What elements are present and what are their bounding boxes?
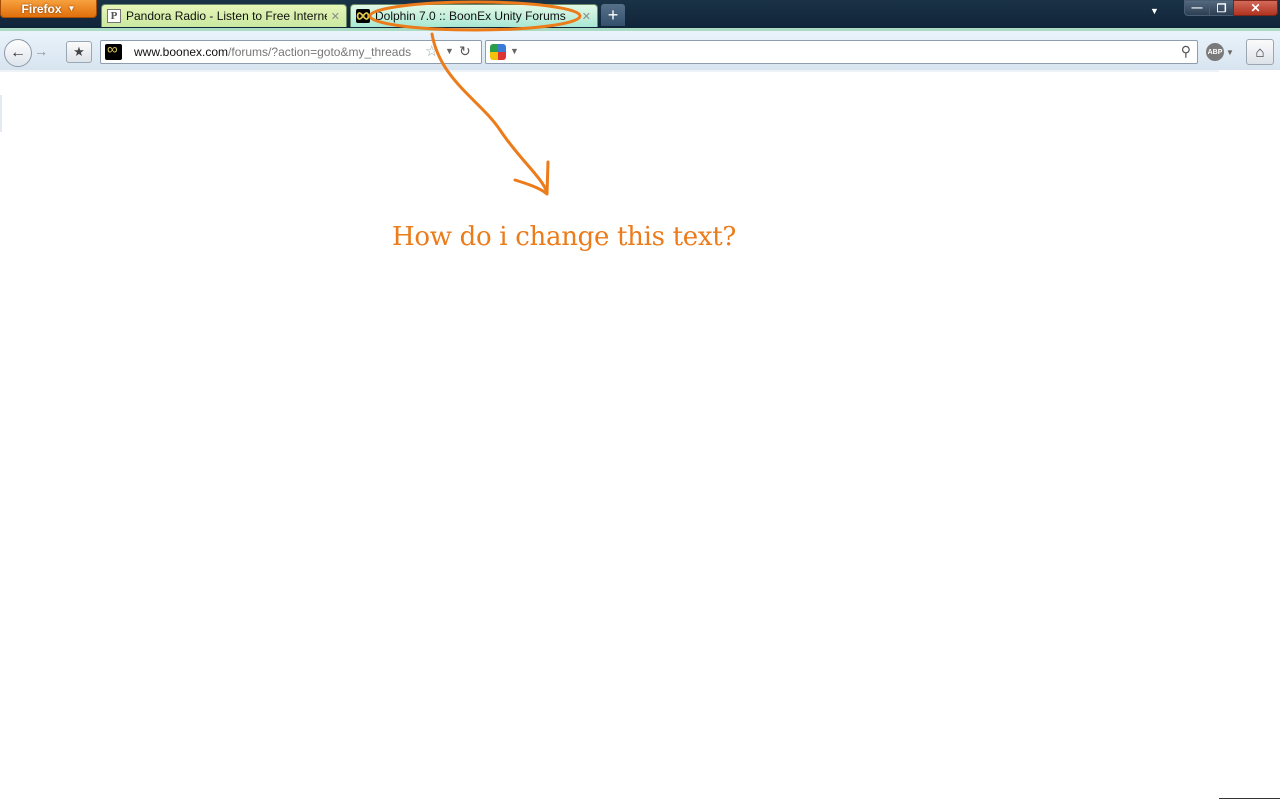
site-identity-icon[interactable] [105,41,122,60]
list-all-tabs-icon[interactable]: ▼ [1150,6,1159,16]
status-line [1219,798,1280,799]
tab-boonex-forums[interactable]: Dolphin 7.0 :: BoonEx Unity Forums ✕ [350,4,598,27]
home-button[interactable]: ⌂ [1246,39,1274,65]
boonex-favicon-icon [356,9,370,23]
page-left-edge [0,95,2,132]
tab-strip: Firefox ▼ P Pandora Radio - Listen to Fr… [0,0,1280,28]
back-button[interactable]: ← [4,39,32,67]
tab-pandora[interactable]: P Pandora Radio - Listen to Free Interne… [101,4,347,27]
tab-title: Dolphin 7.0 :: BoonEx Unity Forums [375,9,566,23]
minimize-button[interactable]: — [1184,0,1210,16]
url-path: /forums/?action=goto&my_threads [228,45,412,59]
page-content [0,70,1280,800]
url-bar[interactable]: www.boonex.com/forums/?action=goto&my_th… [100,40,482,64]
close-window-button[interactable]: ✕ [1233,0,1278,16]
annotation-text: How do i change this text? [392,222,737,252]
forward-button[interactable]: → [34,43,48,59]
bookmarks-button[interactable]: ★ [66,41,92,63]
maximize-button[interactable]: ❐ [1209,0,1234,16]
page-header-strip [0,70,1219,72]
search-icon[interactable]: ⚲ [1181,43,1191,60]
caret-down-icon: ▼ [67,4,76,13]
adblock-plus-button[interactable]: ABP ▼ [1206,42,1236,62]
adblock-stop-icon: ABP [1206,43,1224,61]
bookmark-star-icon: ★ [73,44,85,59]
bookmark-star-icon[interactable]: ☆ [425,42,438,60]
url-domain: www.boonex.com [134,45,229,59]
search-bar[interactable]: ▼ ⚲ [485,40,1198,64]
new-tab-button[interactable]: + [601,4,625,26]
engine-dropdown-icon[interactable]: ▼ [510,46,519,56]
chevron-down-icon: ▼ [1226,47,1234,57]
firefox-menu-label: Firefox [21,1,62,16]
tab-title: Pandora Radio - Listen to Free Interne..… [126,9,327,23]
tab-close-icon[interactable]: ✕ [582,10,591,23]
tab-close-icon[interactable]: ✕ [331,10,340,23]
url-text[interactable]: www.boonex.com/forums/?action=goto&my_th… [134,45,411,59]
reload-button[interactable]: ↻ [459,43,471,60]
pandora-favicon-icon: P [107,9,121,23]
history-dropdown-icon[interactable]: ▼ [445,46,454,56]
navigation-toolbar: ← → ★ www.boonex.com/forums/?action=goto… [0,28,1280,70]
firefox-menu-button[interactable]: Firefox ▼ [0,0,97,18]
google-search-engine-icon[interactable] [490,44,506,60]
